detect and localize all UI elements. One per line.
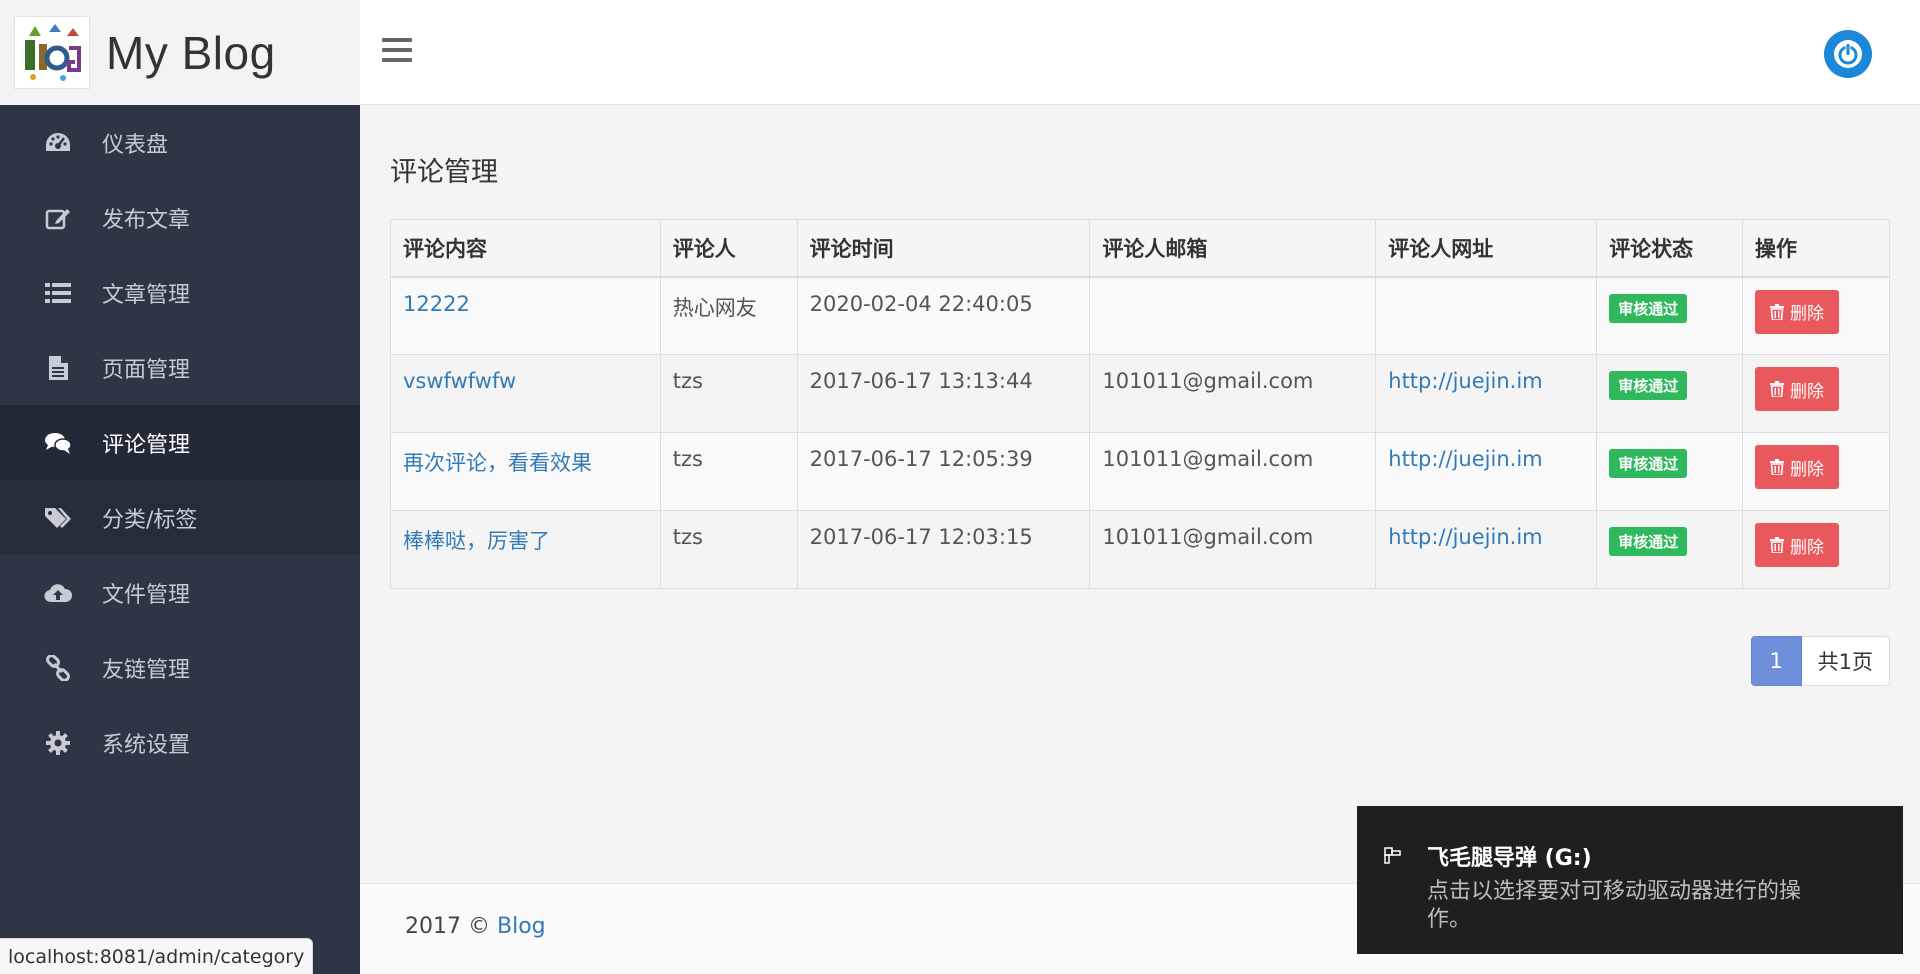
column-header: 评论人网址 [1375, 219, 1598, 278]
table-row: vswfwfwfw tzs 2017-06-17 13:13:44 101011… [390, 354, 1890, 433]
table-row: 再次评论，看看效果 tzs 2017-06-17 12:05:39 101011… [390, 432, 1890, 511]
delete-button[interactable]: 删除 [1755, 367, 1840, 411]
trash-icon [1770, 381, 1785, 397]
delete-label: 删除 [1790, 304, 1825, 324]
sidebar-item-label: 仪表盘 [102, 132, 169, 158]
gear-icon [44, 729, 72, 757]
page-total: 共1页 [1801, 636, 1890, 686]
toast-title: 飞毛腿导弹 (G:) [1427, 846, 1592, 871]
page-number-button[interactable]: 1 [1750, 636, 1802, 686]
sidebar-item-category-tags[interactable]: 分类/标签 [0, 480, 360, 555]
comment-url-link[interactable]: http://juejin.im [1388, 447, 1542, 471]
status-badge: 审核通过 [1609, 527, 1688, 556]
comment-time: 2017-06-17 13:13:44 [796, 354, 1091, 433]
sidebar-item-label: 发布文章 [102, 207, 191, 233]
delete-label: 删除 [1790, 537, 1825, 558]
comments-table: 评论内容 评论人 评论时间 评论人邮箱 评论人网址 评论状态 操作 12222 … [390, 219, 1890, 589]
sidebar-item-comment-management[interactable]: 评论管理 [0, 405, 360, 480]
comment-author: tzs [659, 510, 798, 589]
status-badge: 审核通过 [1609, 449, 1688, 478]
column-header: 评论人邮箱 [1089, 219, 1377, 278]
comment-time: 2017-06-17 12:05:39 [796, 432, 1091, 511]
list-icon [44, 279, 72, 307]
blog-logo[interactable] [14, 16, 90, 89]
sidebar-item-publish-article[interactable]: 发布文章 [0, 180, 360, 255]
sidebar-item-dashboard[interactable]: 仪表盘 [0, 105, 360, 180]
pagination: 1 共1页 [1750, 636, 1890, 686]
edit-icon [44, 204, 72, 232]
page-title: 评论管理 [390, 157, 498, 188]
column-header: 评论时间 [796, 219, 1091, 278]
comment-time: 2017-06-17 12:03:15 [796, 510, 1091, 589]
comments-icon [44, 429, 72, 457]
cloud-upload-icon [44, 579, 72, 607]
sidebar-item-label: 系统设置 [102, 732, 191, 758]
delete-label: 删除 [1790, 459, 1825, 480]
sidebar-item-label: 友链管理 [102, 657, 191, 683]
delete-button[interactable]: 删除 [1755, 289, 1840, 334]
column-header: 评论内容 [390, 219, 661, 278]
comment-url-link[interactable]: http://juejin.im [1388, 369, 1542, 393]
sidebar-item-label: 文章管理 [102, 282, 191, 308]
dashboard-icon [44, 129, 72, 157]
comment-email [1089, 276, 1377, 355]
comment-email: 101011@gmail.com [1089, 432, 1377, 511]
table-row: 12222 热心网友 2020-02-04 22:40:05 审核通过 删除 [390, 276, 1890, 355]
footer-text: 2017 © Blog [405, 914, 546, 939]
comment-url-link[interactable]: http://juejin.im [1388, 525, 1542, 549]
table-row: 棒棒哒，厉害了 tzs 2017-06-17 12:03:15 101011@g… [390, 510, 1890, 589]
copyright-text: 2017 © [405, 914, 490, 939]
delete-label: 删除 [1790, 381, 1825, 402]
status-bar-url: localhost:8081/admin/category [0, 938, 314, 974]
toast-message: 点击以选择要对可移动驱动器进行的操作。 [1427, 879, 1802, 932]
power-icon [1834, 40, 1862, 68]
comment-author: tzs [659, 354, 798, 433]
sidebar-item-friend-links[interactable]: 友链管理 [0, 630, 360, 705]
delete-button[interactable]: 删除 [1755, 523, 1840, 567]
trash-icon [1770, 537, 1785, 553]
sidebar-item-page-management[interactable]: 页面管理 [0, 330, 360, 405]
comment-email: 101011@gmail.com [1089, 354, 1377, 433]
sidebar-item-label: 文件管理 [102, 582, 191, 608]
comment-author: tzs [659, 432, 798, 511]
comment-email: 101011@gmail.com [1089, 510, 1377, 589]
sidebar-item-label: 分类/标签 [102, 507, 198, 533]
brand: My Blog [0, 0, 360, 105]
comment-author: 热心网友 [659, 276, 798, 355]
table-header-row: 评论内容 评论人 评论时间 评论人邮箱 评论人网址 评论状态 操作 [390, 219, 1890, 278]
trash-icon [1770, 303, 1785, 320]
comment-content-link[interactable]: 再次评论，看看效果 [403, 451, 592, 475]
tags-icon [44, 504, 72, 532]
status-badge: 审核通过 [1609, 371, 1688, 400]
sidebar: 仪表盘 发布文章 文章管理 页面管理 评论管理 分类/标签 文件管理 友链管理 … [0, 105, 360, 974]
footer-blog-link[interactable]: Blog [497, 914, 546, 939]
sidebar-item-file-management[interactable]: 文件管理 [0, 555, 360, 630]
top-header [360, 0, 1920, 105]
sidebar-item-system-settings[interactable]: 系统设置 [0, 705, 360, 780]
comment-content-link[interactable]: 12222 [403, 292, 470, 316]
comment-content-link[interactable]: vswfwfwfw [403, 369, 516, 393]
column-header: 评论状态 [1596, 219, 1744, 278]
comment-content-link[interactable]: 棒棒哒，厉害了 [403, 529, 550, 553]
brand-name[interactable]: My Blog [106, 26, 276, 80]
delete-button[interactable]: 删除 [1755, 445, 1840, 489]
column-header: 操作 [1742, 219, 1890, 278]
column-header: 评论人 [659, 219, 798, 278]
sidebar-item-label: 页面管理 [102, 357, 191, 383]
drive-notification-toast[interactable]: 飞毛腿导弹 (G:) 点击以选择要对可移动驱动器进行的操作。 [1357, 806, 1903, 954]
status-badge: 审核通过 [1609, 293, 1688, 323]
menu-toggle-icon[interactable] [382, 38, 412, 68]
logout-button[interactable] [1824, 30, 1872, 78]
sidebar-item-label: 评论管理 [102, 432, 191, 458]
link-icon [44, 654, 72, 682]
trash-icon [1770, 459, 1785, 475]
file-icon [44, 354, 72, 382]
comment-time: 2020-02-04 22:40:05 [796, 276, 1091, 355]
usb-drive-icon [1384, 847, 1401, 864]
sidebar-item-article-management[interactable]: 文章管理 [0, 255, 360, 330]
